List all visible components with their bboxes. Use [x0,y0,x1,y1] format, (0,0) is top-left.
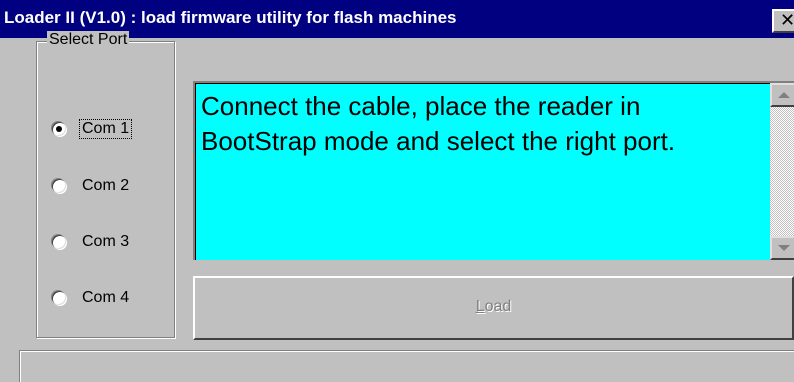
scroll-up-button[interactable] [770,83,794,107]
scroll-up-arrow-icon [778,92,790,98]
port-option-com2[interactable]: Com 2 [52,174,131,198]
load-mnemonic: L [475,298,485,315]
message-text: Connect the cable, place the reader in B… [201,91,676,156]
window-title: Loader II (V1.0) : load firmware utility… [4,8,457,27]
load-button-label: Load [195,298,792,316]
com3-label[interactable]: Com 3 [80,233,131,251]
com1-label[interactable]: Com 1 [78,119,133,139]
port-option-com3[interactable]: Com 3 [52,230,131,254]
com1-radio[interactable] [52,122,66,136]
scroll-down-arrow-icon [778,245,790,251]
close-icon: ✕ [780,10,794,31]
com4-radio[interactable] [52,291,66,305]
message-textbox[interactable]: Connect the cable, place the reader in B… [193,81,794,260]
vertical-scrollbar[interactable] [770,83,794,260]
com2-label[interactable]: Com 2 [80,177,131,195]
port-option-com1[interactable]: Com 1 [52,117,133,141]
com3-radio[interactable] [52,235,66,249]
com2-radio[interactable] [52,179,66,193]
com4-label[interactable]: Com 4 [80,289,131,307]
close-button[interactable]: ✕ [772,9,794,33]
scroll-down-button[interactable] [770,236,794,260]
status-bar [19,350,794,382]
select-port-label: Select Port [47,31,130,49]
port-option-com4[interactable]: Com 4 [52,286,131,310]
load-label-rest: oad [484,298,512,315]
load-button[interactable]: Load [193,276,794,340]
